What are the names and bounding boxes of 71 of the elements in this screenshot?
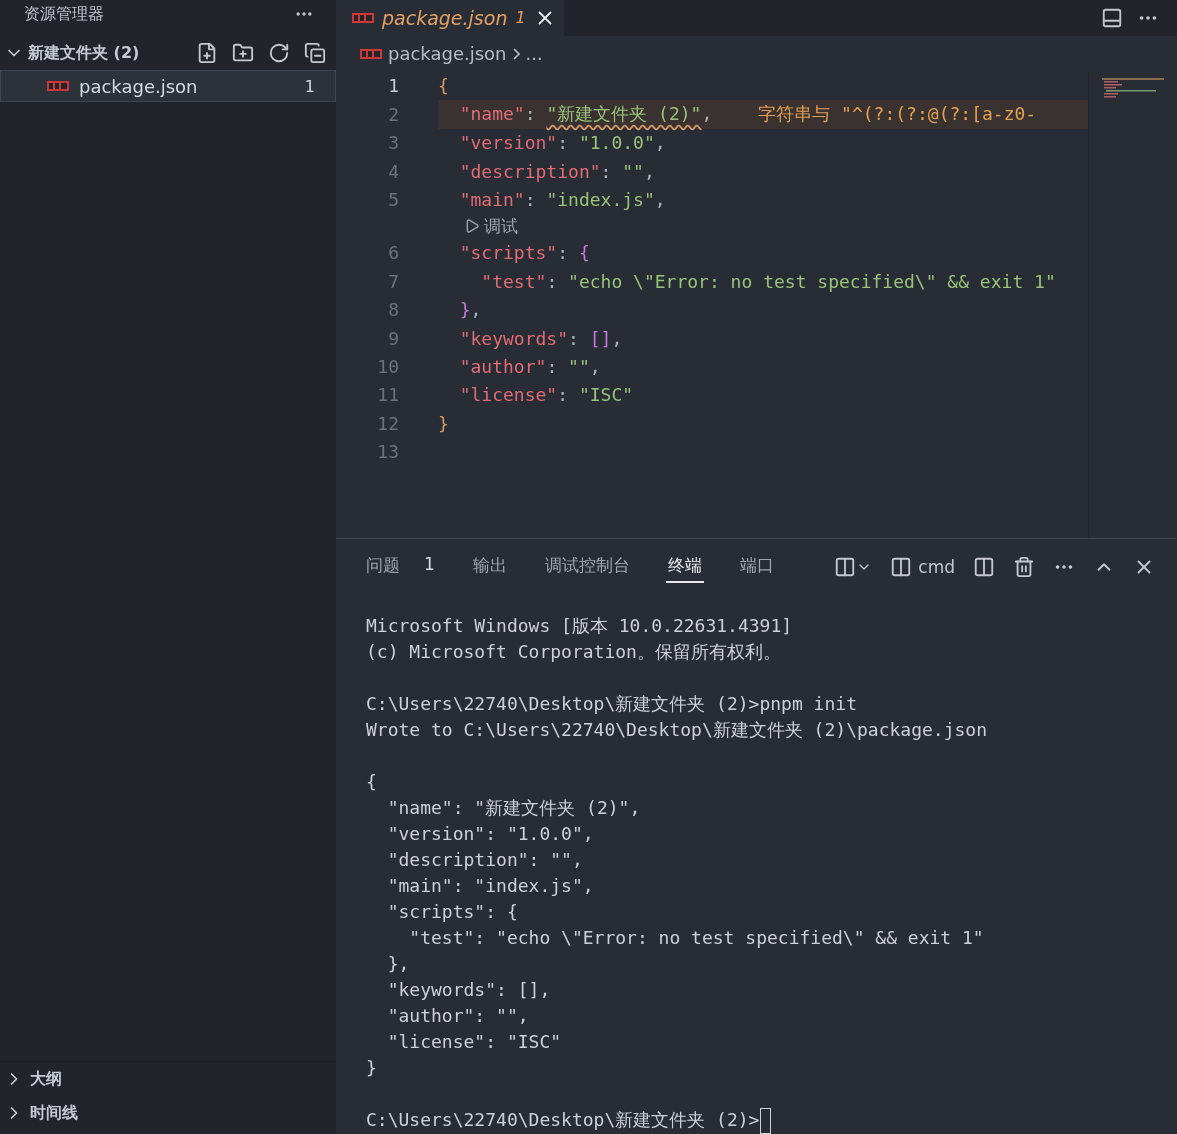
terminal-line: Wrote to C:\Users\22740\Desktop\新建文件夹 (2)\package.json (366, 718, 988, 742)
code-line: "license": "ISC" (458, 384, 634, 406)
file-name: package.json (79, 75, 198, 97)
folder-label[interactable]: 新建文件夹 (2) (28, 42, 140, 64)
npm-icon (352, 12, 374, 23)
code-line: "name": "新建文件夹 (2)", (458, 102, 713, 127)
file-item[interactable]: package.json 1 (0, 70, 336, 102)
line-number: 1 (387, 75, 399, 97)
code-line: "version": "1.0.0", (458, 132, 666, 154)
code-line: "description": "", (458, 160, 655, 182)
line-number: 10 (376, 355, 399, 377)
code-line: } (438, 412, 449, 434)
line-number: 2 (387, 103, 399, 125)
terminal-line: }, (386, 952, 411, 976)
section-header[interactable]: 大纲 (0, 1062, 336, 1096)
tab-problem-count: 1 (515, 8, 526, 28)
codelens-debug[interactable]: 调试 (464, 213, 1088, 239)
terminal-line: "description": "", (386, 848, 584, 872)
line-number: 8 (387, 299, 399, 321)
line-number: 6 (387, 242, 399, 264)
code-line: "author": "", (458, 355, 601, 377)
chevron-right-icon (512, 47, 520, 60)
panel-tab[interactable]: 输出 (470, 550, 509, 584)
panel-tab[interactable]: 终端 (665, 550, 704, 584)
line-number: 9 (387, 327, 399, 349)
terminal-line: "license": "ISC" (386, 1030, 563, 1054)
terminal-line: "version": "1.0.0", (386, 822, 595, 846)
line-number: 12 (376, 412, 399, 434)
terminal-line: "scripts": { (386, 900, 519, 924)
code-line: { (438, 75, 449, 97)
terminal-line: C:\Users\22740\Desktop\新建文件夹 (2)>pnpm init (366, 692, 858, 716)
play-icon (464, 218, 480, 235)
panel-tab[interactable]: 调试控制台 (542, 550, 632, 584)
collapse-icon[interactable] (302, 40, 328, 66)
panel-tab[interactable]: 问题 1 (364, 550, 437, 584)
terminal-line: "main": "index.js", (386, 874, 595, 898)
terminal-line: } (366, 1056, 378, 1080)
npm-icon (360, 48, 382, 59)
diagnostic-message: 字符串与 "^(?:(?:@(?:[a-z0- (758, 102, 1037, 127)
line-number: 3 (387, 132, 399, 154)
line-number: 7 (387, 270, 399, 292)
line-number: 5 (387, 188, 399, 210)
terminal-line: Microsoft Windows [版本 10.0.22631.4391] (366, 614, 794, 638)
line-number: 4 (387, 160, 399, 182)
code-line: "test": "echo \"Error: no test specified\" && exit 1" (480, 270, 1056, 292)
editor-tab[interactable]: package.json 1 (336, 0, 564, 36)
code-line: "scripts": { (458, 242, 590, 264)
explorer-title: 资源管理器 (24, 3, 104, 25)
section-header[interactable]: 时间线 (0, 1096, 336, 1130)
code-line: "keywords": [], (458, 327, 623, 349)
terminal-line: (c) Microsoft Corporation。保留所有权利。 (366, 640, 782, 664)
terminal-line: "name": "新建文件夹 (2)", (386, 796, 642, 820)
npm-icon (47, 81, 69, 91)
terminal-cursor (760, 1108, 772, 1134)
breadcrumb-file[interactable]: package.json (388, 43, 507, 65)
terminal-line: "test": "echo \"Error: no test specified\" && exit 1" (408, 926, 985, 950)
terminal-line: "keywords": [], (386, 978, 552, 1002)
problem-count: 1 (304, 76, 315, 96)
panel-tab[interactable]: 端口 (737, 550, 776, 584)
line-number: 11 (376, 384, 399, 406)
terminal-selector[interactable]: cmd (888, 554, 957, 580)
code-line: "main": "index.js", (458, 188, 666, 210)
minimap-drawing (1102, 77, 1164, 100)
tab-label: package.json (382, 6, 508, 29)
line-number: 13 (376, 441, 399, 463)
terminal-line: { (366, 770, 378, 794)
code-line: }, (458, 299, 482, 321)
terminal-prompt: C:\Users\22740\Desktop\新建文件夹 (2)> (366, 1109, 760, 1130)
breadcrumb-more[interactable]: ... (525, 43, 543, 65)
terminal-line: "author": "", (386, 1004, 530, 1028)
layout-icon[interactable] (1101, 6, 1123, 29)
